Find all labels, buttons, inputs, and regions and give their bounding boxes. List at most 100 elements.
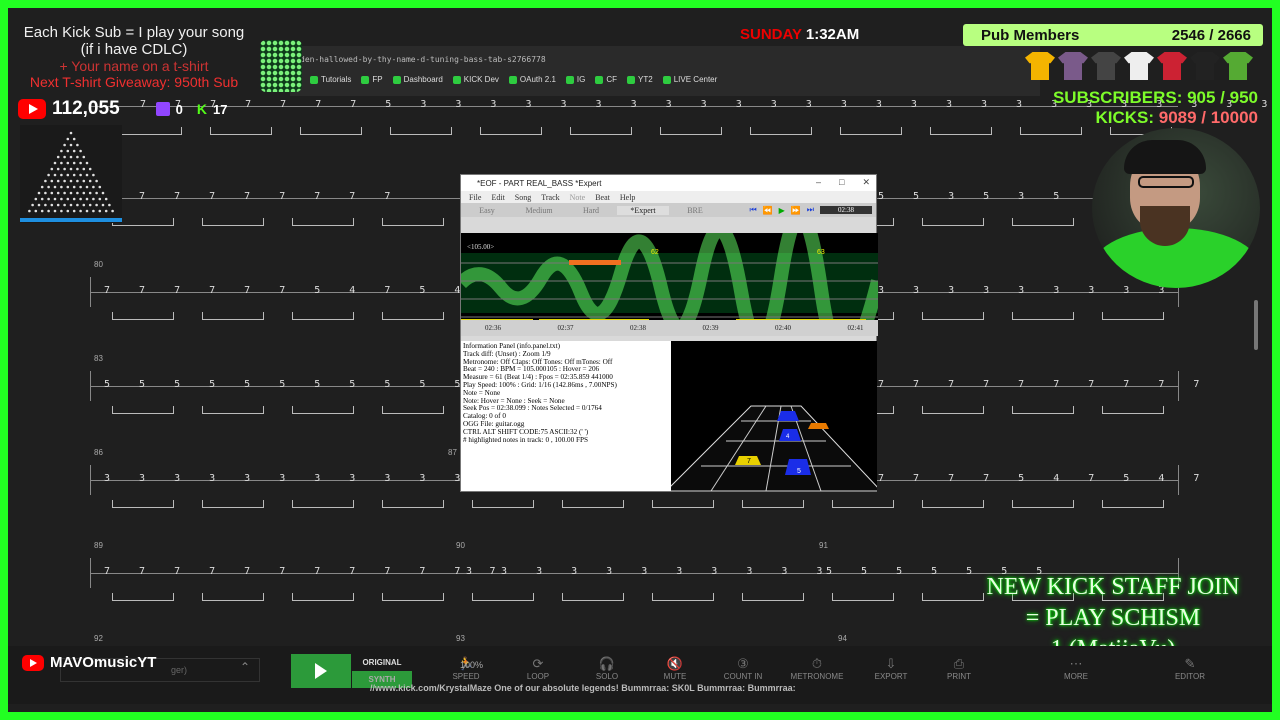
maximize-icon[interactable]: □ xyxy=(839,177,844,188)
skip-end-icon[interactable]: ⏭ xyxy=(807,205,814,215)
tshirt-icon xyxy=(1058,52,1088,80)
pyramid-dot xyxy=(47,197,50,201)
measure-bar xyxy=(90,371,91,401)
pyramid-dot xyxy=(88,203,92,207)
tab-notes: 3 3 3 3 3 3 3 3 3 3 3 xyxy=(466,566,823,577)
bookmark-item[interactable]: IG xyxy=(565,75,586,84)
bookmark-item[interactable]: CF xyxy=(595,75,617,84)
eof-menu-item[interactable]: Note xyxy=(570,193,586,202)
eof-difficulty-tab[interactable]: *Expert xyxy=(617,205,669,215)
url-bar[interactable]: den-hallowed-by-thy-name-d-tuning-bass-t… xyxy=(300,55,546,64)
print-button[interactable]: ⎙ PRINT xyxy=(929,656,989,681)
bookmark-icon xyxy=(310,75,318,84)
eof-menu-item[interactable]: Beat xyxy=(595,193,610,202)
beam-bracket xyxy=(202,406,264,414)
eof-3d-preview: 7 5 4 xyxy=(671,341,877,491)
ruler-time-label: 02:41 xyxy=(847,324,864,332)
pyramid-dot xyxy=(79,197,82,201)
bookmark-item[interactable]: LIVE Center xyxy=(662,75,717,84)
eof-menu-item[interactable]: File xyxy=(469,193,481,202)
pyramid-dot xyxy=(66,161,70,165)
original-option[interactable]: ORIGINAL xyxy=(352,654,412,671)
pyramid-dot xyxy=(92,197,95,201)
bookmark-item[interactable]: FP xyxy=(361,75,383,84)
speed-label: SPEED xyxy=(452,672,480,681)
export-button[interactable]: ⇩ EXPORT xyxy=(861,656,921,681)
eof-menu-item[interactable]: Help xyxy=(620,193,636,202)
scrollbar[interactable] xyxy=(1254,300,1258,350)
beam-bracket xyxy=(922,218,984,226)
pyramid-dot xyxy=(69,131,73,135)
chevron-up-icon[interactable]: ⌃ xyxy=(240,660,250,674)
bookmark-item[interactable]: YT2 xyxy=(627,75,653,84)
pyramid-dot xyxy=(60,185,63,189)
eof-menu-item[interactable]: Song xyxy=(515,193,531,202)
eof-title-text: *EOF - PART REAL_BASS *Expert xyxy=(477,178,602,188)
beam-bracket xyxy=(742,593,804,601)
pyramid-dot xyxy=(79,149,82,153)
eof-difficulty-tab[interactable]: Hard xyxy=(565,206,617,215)
beam-bracket xyxy=(922,406,984,414)
chat-ticker: //www.kick.com/KrystalMaze One of our ab… xyxy=(370,683,796,693)
export-label: EXPORT xyxy=(874,672,908,681)
beam-bracket xyxy=(390,127,452,135)
eof-difficulty-tab[interactable]: Medium xyxy=(513,206,565,215)
pyramid-dot xyxy=(101,191,105,195)
eof-menu-item[interactable]: Edit xyxy=(491,193,504,202)
pyramid-dot xyxy=(53,197,57,201)
pyramid-dot xyxy=(98,185,102,189)
metronome-button[interactable]: ⏱ METRONOME xyxy=(787,656,847,681)
rewind-icon[interactable]: ⏪ xyxy=(763,206,773,215)
mute-label: MUTE xyxy=(663,672,687,681)
tab-note-row: 3 3 3 3 3 3 3 3 3 3 3 xyxy=(104,473,460,484)
bookmark-icon xyxy=(662,75,671,84)
beam-bracket xyxy=(922,500,984,508)
eof-window[interactable]: *EOF - PART REAL_BASS *Expert – □ ✕ File… xyxy=(456,174,885,492)
pyramid-dot xyxy=(40,197,44,201)
eof-menu-item[interactable]: Track xyxy=(541,193,559,202)
pyramid-dot xyxy=(79,185,82,189)
count-in-label: COUNT IN xyxy=(723,672,763,681)
bookmark-item[interactable]: Tutorials xyxy=(310,75,351,84)
pyramid-dot xyxy=(72,149,76,153)
eof-note-track[interactable]: <105.00> 62 63 xyxy=(456,209,885,364)
kick-sub-promo: Each Kick Sub = I play your song (if i h… xyxy=(14,24,254,90)
kicks-label: KICKS: xyxy=(1095,108,1154,127)
eof-difficulty-tab[interactable]: Easy xyxy=(461,206,513,215)
eof-difficulty-tab[interactable]: BRE xyxy=(669,206,721,215)
beat-marker: 63 xyxy=(817,249,825,256)
pyramid-dot xyxy=(28,209,31,213)
loop-button[interactable]: ⟳ LOOP xyxy=(508,656,568,681)
pyramid-dot xyxy=(88,167,92,171)
pyramid-dot xyxy=(63,143,66,147)
ruler-time-label: 02:37 xyxy=(557,324,574,332)
info-panel-line: # highlighted notes in track: 0 , 100.00… xyxy=(463,435,588,444)
mute-button[interactable]: 🔇 MUTE xyxy=(645,656,705,681)
headphones-icon: 🎧 xyxy=(598,656,616,671)
pyramid-dot xyxy=(98,209,102,213)
bookmark-item[interactable]: Dashboard xyxy=(392,75,443,84)
count-in-button[interactable]: ③ COUNT IN xyxy=(713,656,773,681)
bookmark-item[interactable]: KICK Dev xyxy=(452,75,499,84)
pyramid-dot xyxy=(69,155,73,159)
pyramid-dot xyxy=(69,167,73,171)
staff-line-2: = PLAY SCHISM xyxy=(1025,605,1201,631)
bookmark-item[interactable]: OAuth 2.1 xyxy=(508,75,556,84)
pyramid-dot xyxy=(66,173,70,177)
close-icon[interactable]: ✕ xyxy=(862,177,870,188)
beam-bracket xyxy=(202,312,264,320)
rewind-start-icon[interactable]: ⏮ xyxy=(750,205,757,215)
more-button[interactable]: ⋯ MORE xyxy=(1046,656,1106,681)
minimize-icon[interactable]: – xyxy=(816,177,821,188)
twitch-count: 0 xyxy=(175,101,183,117)
beam-bracket xyxy=(292,500,354,508)
solo-button[interactable]: 🎧 SOLO xyxy=(577,656,637,681)
editor-button[interactable]: ✎ EDITOR xyxy=(1160,656,1220,681)
fast-forward-icon[interactable]: ⏩ xyxy=(791,206,801,215)
play-button[interactable] xyxy=(291,654,351,688)
play-icon[interactable]: ▶ xyxy=(779,206,785,215)
bookmark-label: IG xyxy=(576,75,586,84)
pyramid-dot xyxy=(82,191,86,195)
pyramid-dot xyxy=(69,203,73,207)
pyramid-dot xyxy=(69,191,73,195)
